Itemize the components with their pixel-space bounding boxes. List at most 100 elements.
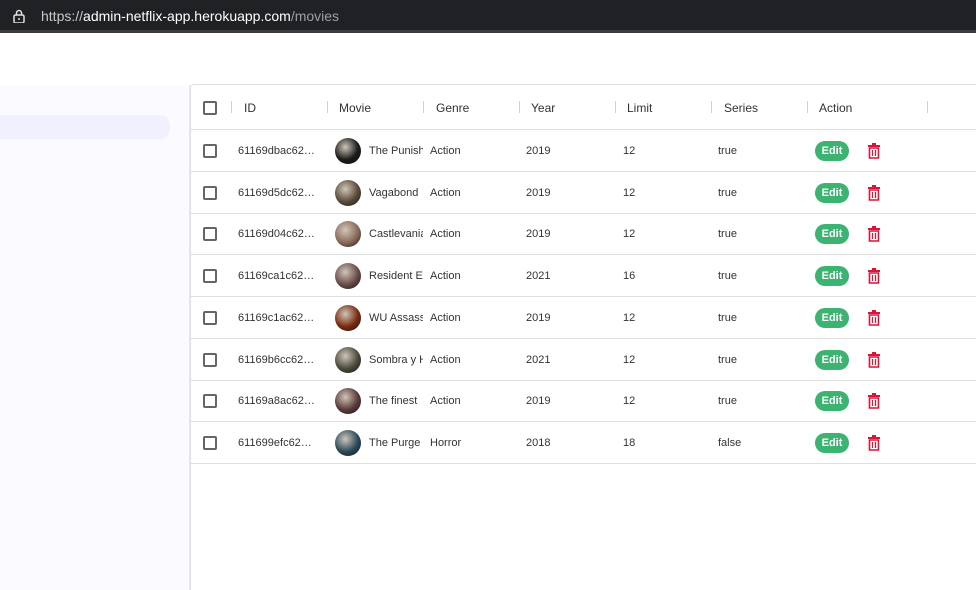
column-header-id[interactable]: ID <box>244 85 256 130</box>
browser-url-bar[interactable]: https://admin-netflix-app.herokuapp.com/… <box>0 0 976 33</box>
column-separator[interactable] <box>615 101 616 113</box>
trash-icon[interactable] <box>867 143 881 159</box>
select-all-cell <box>203 85 217 130</box>
trash-icon[interactable] <box>867 309 881 326</box>
movie-cell: Castlevania <box>335 213 423 255</box>
edit-button[interactable]: Edit <box>815 266 849 287</box>
row-checkbox[interactable] <box>203 310 217 325</box>
edit-button[interactable]: Edit <box>815 182 849 203</box>
year-cell: 2021 <box>526 353 551 366</box>
column-separator[interactable] <box>711 101 712 113</box>
action-cell: Edit <box>815 422 881 464</box>
row-select-cell <box>203 255 217 297</box>
movie-cell: Vagabond <box>335 172 423 214</box>
table-row[interactable]: 61169c1ac62… WU Assassins Action 2019 12… <box>191 297 976 339</box>
movie-title: Castlevania <box>369 228 423 241</box>
movie-cell: Resident Evil <box>335 255 423 297</box>
url-text[interactable]: https://admin-netflix-app.herokuapp.com/… <box>41 8 339 25</box>
row-checkbox[interactable] <box>203 269 217 284</box>
genre-cell: Action <box>430 270 461 283</box>
edit-button[interactable]: Edit <box>815 141 849 161</box>
movie-avatar <box>335 263 361 290</box>
action-cell: Edit <box>815 255 881 297</box>
table-row[interactable]: 61169d04c62… Castlevania Action 2019 12 … <box>191 213 976 256</box>
row-checkbox[interactable] <box>203 352 217 367</box>
row-checkbox[interactable] <box>203 394 217 409</box>
column-separator[interactable] <box>423 101 424 113</box>
movie-title: Vagabond <box>369 186 419 199</box>
id-cell: 61169c1ac62… <box>238 311 315 324</box>
movie-cell: Sombra y Hueso <box>335 339 423 381</box>
column-header-year[interactable]: Year <box>531 85 555 130</box>
trash-icon[interactable] <box>867 434 881 451</box>
url-host: admin-netflix-app.herokuapp.com <box>83 8 291 24</box>
limit-cell: 12 <box>623 186 636 199</box>
edit-button[interactable]: Edit <box>815 349 849 370</box>
column-header-series[interactable]: Series <box>724 85 758 130</box>
trash-icon[interactable] <box>867 393 881 409</box>
row-checkbox[interactable] <box>203 185 217 200</box>
row-checkbox[interactable] <box>203 435 217 450</box>
year-cell: 2019 <box>526 228 551 241</box>
movie-title: The Purge <box>369 436 421 449</box>
series-cell: true <box>718 270 737 283</box>
genre-cell: Action <box>430 353 461 366</box>
row-select-cell <box>203 297 217 339</box>
id-cell: 61169a8ac62… <box>238 395 315 408</box>
row-select-cell <box>203 380 217 422</box>
table-row[interactable]: 61169d5dc62… Vagabond Action 2019 12 tru… <box>191 172 976 214</box>
trash-icon[interactable] <box>867 351 881 368</box>
edit-button[interactable]: Edit <box>815 391 849 412</box>
movie-avatar <box>335 179 361 206</box>
select-all-checkbox[interactable] <box>203 100 217 115</box>
genre-cell: Action <box>430 145 461 157</box>
table-row[interactable]: 61169ca1c62… Resident Evil Action 2021 1… <box>191 255 976 298</box>
movies-data-grid: ID Movie Genre Year Limit Series Action … <box>190 84 976 590</box>
movie-cell: WU Assassins <box>335 297 423 339</box>
lock-icon <box>13 9 25 23</box>
column-separator[interactable] <box>231 101 232 113</box>
column-separator[interactable] <box>927 101 928 113</box>
table-row[interactable]: 61169a8ac62… The finest Action 2019 12 t… <box>191 380 976 423</box>
movie-cell: The Punisher <box>335 130 423 172</box>
table-row[interactable]: 61169b6cc62… Sombra y Hueso Action 2021 … <box>191 339 976 381</box>
trash-icon[interactable] <box>867 268 881 284</box>
table-row[interactable]: 611699efc62… The Purge Horror 2018 18 fa… <box>191 422 976 464</box>
movie-title: Resident Evil <box>369 270 423 283</box>
movie-cell: The finest <box>335 380 423 422</box>
column-header-genre[interactable]: Genre <box>436 85 469 130</box>
genre-cell: Action <box>430 311 461 324</box>
action-cell: Edit <box>815 213 881 255</box>
column-separator[interactable] <box>807 101 808 113</box>
column-header-limit[interactable]: Limit <box>627 85 652 130</box>
edit-button[interactable]: Edit <box>815 307 849 328</box>
id-cell: 61169ca1c62… <box>238 270 315 283</box>
action-cell: Edit <box>815 380 881 422</box>
action-cell: Edit <box>815 130 881 172</box>
limit-cell: 18 <box>623 436 636 449</box>
edit-button[interactable]: Edit <box>815 224 849 245</box>
row-select-cell <box>203 339 217 381</box>
movie-avatar <box>335 304 361 331</box>
trash-icon[interactable] <box>867 184 881 201</box>
id-cell: 611699efc62… <box>238 436 312 449</box>
column-header-movie[interactable]: Movie <box>339 85 371 130</box>
movie-cell: The Purge <box>335 422 423 464</box>
movie-title: Sombra y Hueso <box>369 353 423 366</box>
trash-icon[interactable] <box>867 226 881 243</box>
id-cell: 61169d5dc62… <box>238 186 315 199</box>
sidebar-item-active[interactable] <box>0 115 170 139</box>
series-cell: true <box>718 186 737 199</box>
column-separator[interactable] <box>327 101 328 113</box>
movie-avatar <box>335 429 361 456</box>
column-header-action[interactable]: Action <box>819 85 852 130</box>
table-row[interactable]: 61169dbac62… The Punisher Action 2019 12… <box>191 130 976 172</box>
year-cell: 2021 <box>526 270 551 283</box>
limit-cell: 12 <box>623 395 636 408</box>
row-checkbox[interactable] <box>203 144 217 158</box>
edit-button[interactable]: Edit <box>815 432 849 453</box>
movie-avatar <box>335 138 361 164</box>
column-separator[interactable] <box>519 101 520 113</box>
url-path: /movies <box>290 8 340 24</box>
row-checkbox[interactable] <box>203 227 217 242</box>
